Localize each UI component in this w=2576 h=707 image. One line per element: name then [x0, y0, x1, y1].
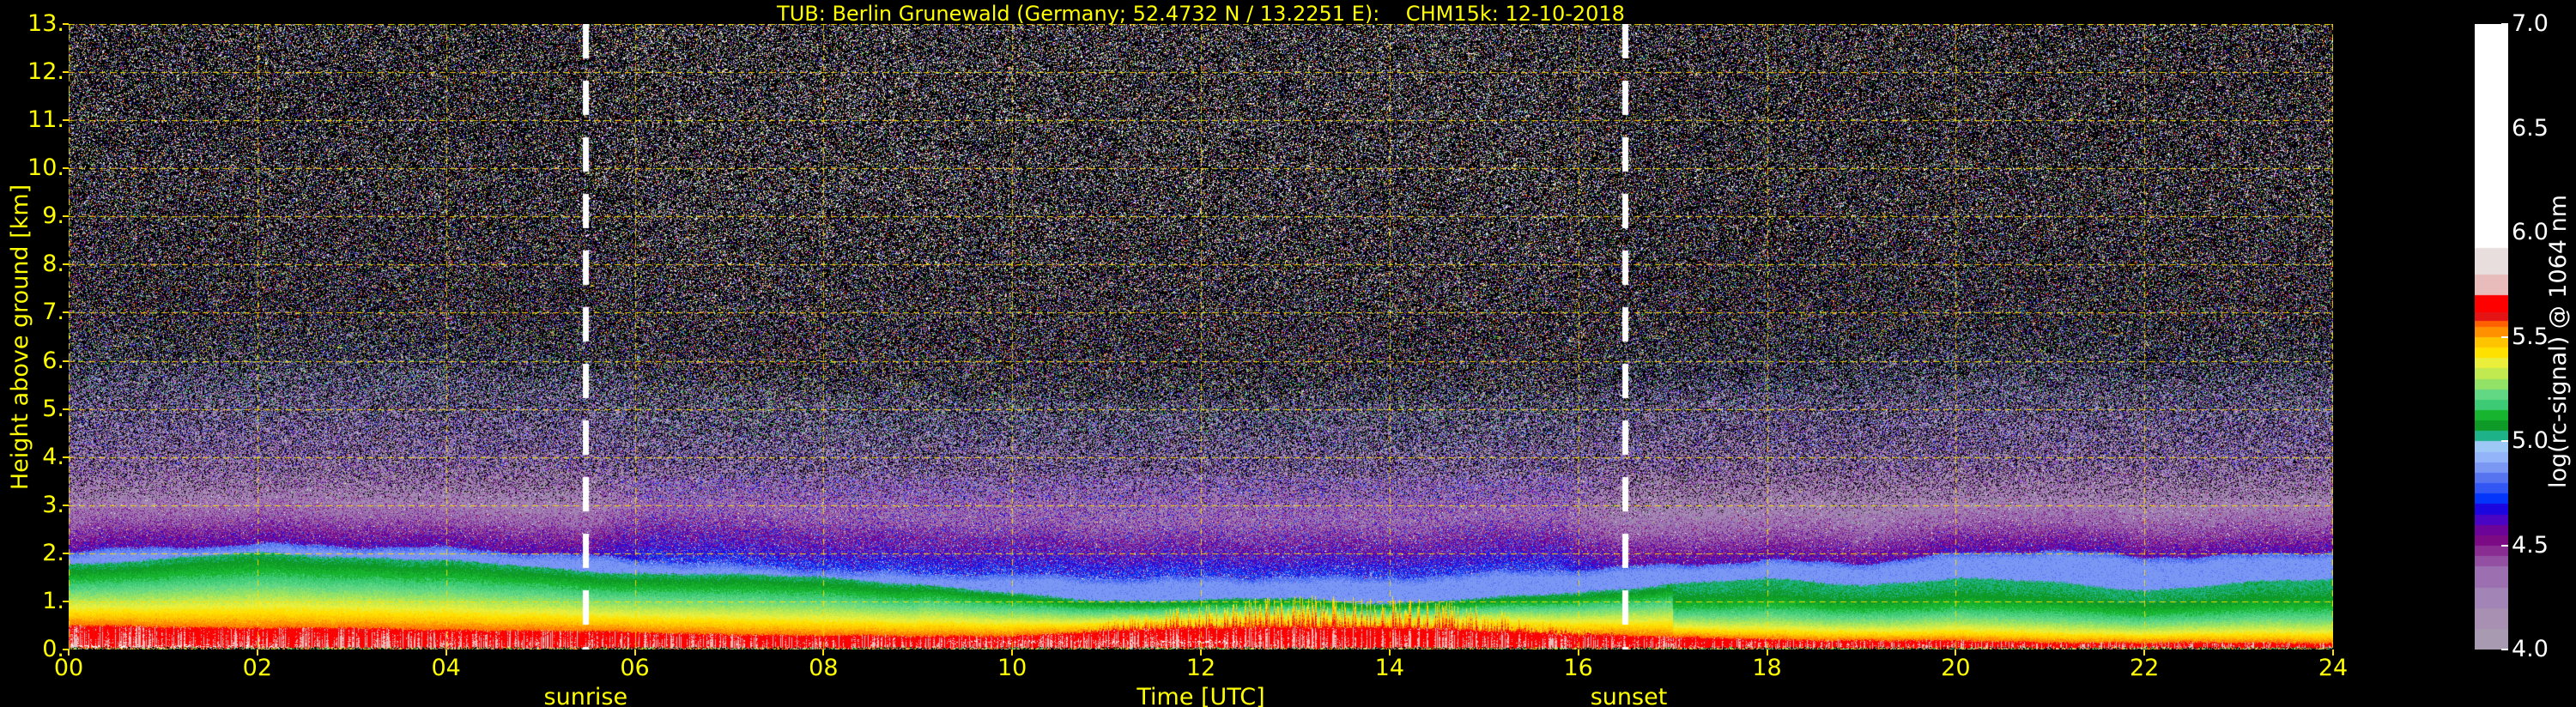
x-axis-title: Time [UTC] — [1136, 684, 1265, 707]
sunrise-label: sunrise — [543, 684, 628, 707]
page-title: TUB: Berlin Grunewald (Germany; 52.4732 … — [777, 2, 1625, 26]
x-tick-label: 04 — [431, 655, 461, 681]
colorbar-tick — [2501, 544, 2508, 547]
x-tick-label: 10 — [997, 655, 1027, 681]
x-tick-label: 02 — [242, 655, 272, 681]
x-tick-label: 12 — [1185, 655, 1216, 681]
y-tick-label: 0. — [42, 636, 64, 662]
x-tick-label: 14 — [1374, 655, 1404, 681]
x-tick-label: 24 — [2318, 655, 2349, 681]
y-tick-label: 13. — [27, 10, 64, 37]
colorbar-tick — [2501, 127, 2508, 130]
x-tick-label: 22 — [2129, 655, 2160, 681]
ceilometer-quicklook-window: TUB: Berlin Grunewald (Germany; 52.4732 … — [0, 0, 2576, 707]
y-axis-title: Height above ground [km] — [7, 184, 33, 491]
colorbar-tick-label: 4.0 — [2512, 636, 2549, 662]
colorbar-tick-label: 7.0 — [2512, 10, 2549, 37]
x-tick-label: 20 — [1941, 655, 1971, 681]
x-tick-label: 08 — [809, 655, 839, 681]
colorbar-title: log(rc-signal) @ 1064 nm — [2545, 194, 2572, 489]
x-tick-label: 18 — [1752, 655, 1782, 681]
colorbar-tick — [2501, 232, 2508, 233]
colorbar-tick — [2501, 23, 2508, 25]
colorbar-tick — [2501, 335, 2508, 338]
x-tick-label: 16 — [1563, 655, 1593, 681]
colorbar-tick — [2501, 649, 2508, 650]
colorbar-tick — [2501, 440, 2508, 442]
heatmap-canvas — [69, 24, 2333, 650]
sunset-label: sunset — [1590, 684, 1668, 707]
x-tick-label: 06 — [620, 655, 650, 681]
